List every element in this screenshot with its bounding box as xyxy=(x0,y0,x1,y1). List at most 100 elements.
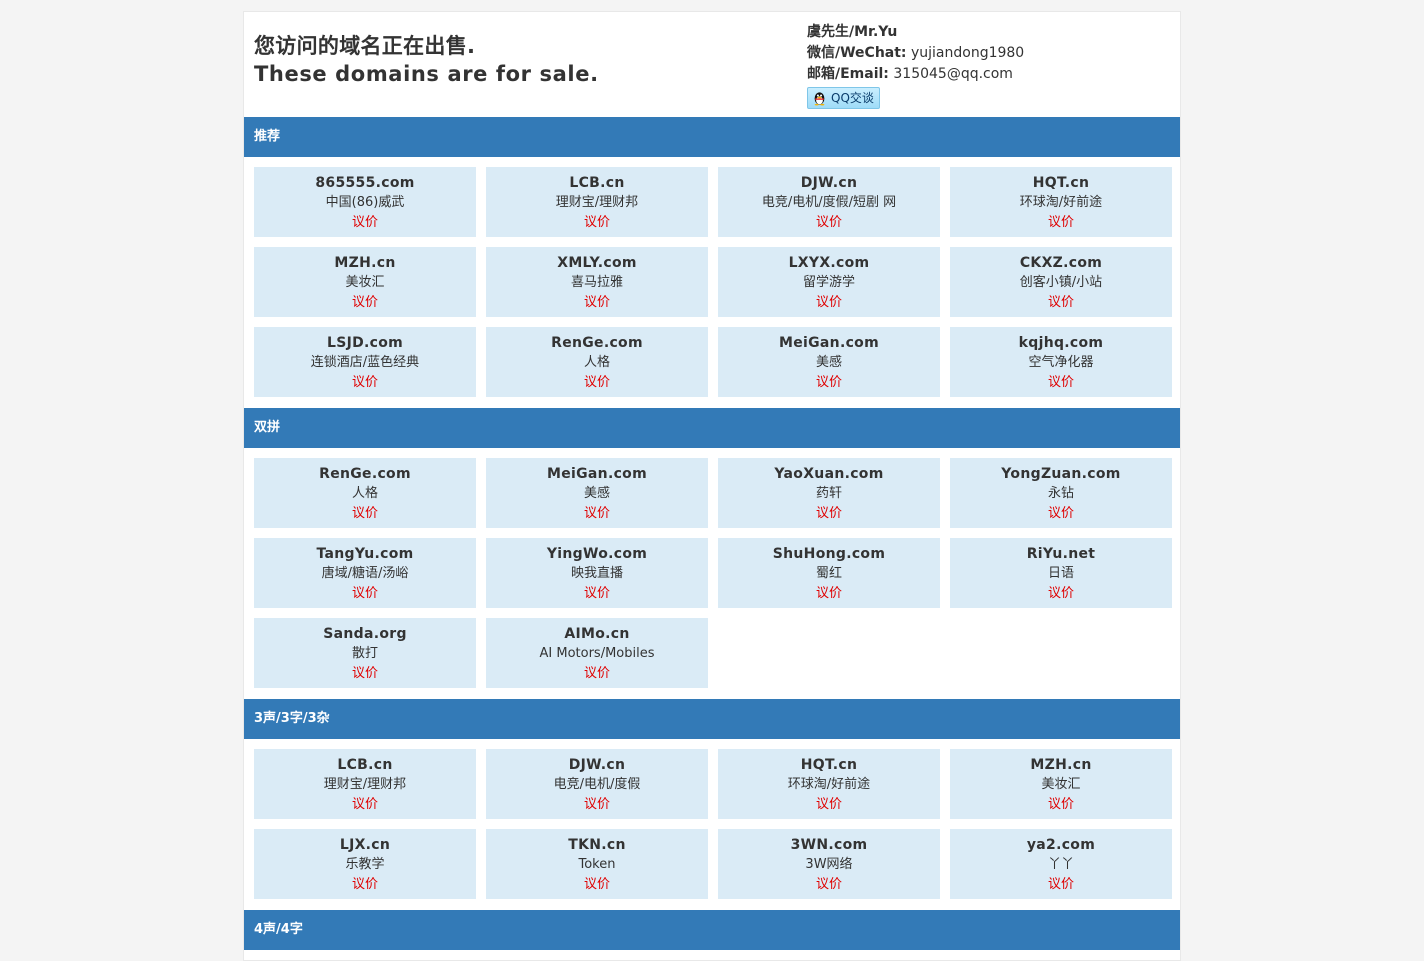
title-block: 您访问的域名正在出售. These domains are for sale. xyxy=(254,32,599,88)
domain-card[interactable]: ShuHong.com 蜀红 议价 xyxy=(718,538,940,608)
domain-price: 议价 xyxy=(583,666,610,681)
wechat-row: 微信/WeChat: yujiandong1980 xyxy=(807,43,1024,64)
domain-card[interactable]: TangYu.com 唐域/糖语/汤峪 议价 xyxy=(254,538,476,608)
domain-name: MZH.cn xyxy=(1030,757,1092,773)
domain-card[interactable]: 3WN.com 3W网络 议价 xyxy=(718,829,940,899)
qq-chat-label: QQ交谈 xyxy=(831,90,874,105)
wechat-label: 微信/WeChat: xyxy=(807,45,907,61)
domain-description: 丫丫 xyxy=(1047,857,1074,872)
domain-card[interactable]: DJW.cn 电竞/电机/度假/短剧 网议价 xyxy=(718,167,940,237)
domain-price: 议价 xyxy=(351,295,378,310)
domain-card[interactable]: YongZuan.com 永钻 议价 xyxy=(950,458,1172,528)
domain-name: CKXZ.com xyxy=(1019,255,1103,271)
domain-description: 人格 xyxy=(351,486,378,501)
domain-name: YaoXuan.com xyxy=(774,466,884,482)
domain-card[interactable]: DJW.cn 电竞/电机/度假 议价 xyxy=(486,749,708,819)
domain-name: XMLY.com xyxy=(557,255,637,271)
domain-name: MeiGan.com xyxy=(779,335,879,351)
domain-name: RiYu.net xyxy=(1026,546,1096,562)
domain-description: AI Motors/Mobiles xyxy=(539,646,655,661)
domain-name: TKN.cn xyxy=(568,837,626,853)
domain-name: AIMo.cn xyxy=(564,626,630,642)
domain-card[interactable]: Sanda.org 散打 议价 xyxy=(254,618,476,688)
domain-card[interactable]: LXYX.com 留学游学 议价 xyxy=(718,247,940,317)
domain-description: 理财宝/理财邦 xyxy=(323,777,407,792)
qq-chat-button[interactable]: QQ交谈 xyxy=(807,87,880,109)
domain-price: 议价 xyxy=(351,797,378,812)
domain-description: 乐教学 xyxy=(345,857,385,872)
sections: 推荐 865555.com 中国(86)威武 议价 LCB.cn 理财宝/理财邦 议价 DJW… xyxy=(244,117,1180,950)
domain-name: DJW.cn xyxy=(800,175,858,191)
email-label: 邮箱/Email: xyxy=(807,66,889,82)
domain-price: 议价 xyxy=(583,797,610,812)
domain-card[interactable]: kqjhq.com 空气净化器 议价 xyxy=(950,327,1172,397)
domain-price: 议价 xyxy=(583,295,610,310)
domain-name: 865555.com xyxy=(315,175,415,191)
domain-card[interactable]: MZH.cn 美妆汇 议价 xyxy=(254,247,476,317)
domain-description: 药轩 xyxy=(815,486,842,501)
domain-description: 电竞/电机/度假 xyxy=(553,777,641,792)
domain-price: 议价 xyxy=(351,506,378,521)
domain-card[interactable]: AIMo.cn AI Motors/Mobiles 议价 xyxy=(486,618,708,688)
domain-name: RenGe.com xyxy=(551,335,643,351)
domain-card[interactable]: LSJD.com 连锁酒店/蓝色经典 议价 xyxy=(254,327,476,397)
domain-card[interactable]: HQT.cn 环球淘/好前途 议价 xyxy=(950,167,1172,237)
domain-price: 议价 xyxy=(1047,375,1074,390)
section-header: 3声/3字/3杂 xyxy=(244,699,1180,739)
contact-info: 虞先生/Mr.Yu 微信/WeChat: yujiandong1980 邮箱/E… xyxy=(807,22,1024,113)
domain-price: 议价 xyxy=(351,877,378,892)
domain-name: LSJD.com xyxy=(326,335,404,351)
domain-price: 议价 xyxy=(583,215,610,230)
domain-card[interactable]: YingWo.com 映我直播 议价 xyxy=(486,538,708,608)
domain-price: 议价 xyxy=(583,877,610,892)
domain-card[interactable]: MZH.cn 美妆汇 议价 xyxy=(950,749,1172,819)
contact-name: 虞先生/Mr.Yu xyxy=(807,24,898,40)
domain-card[interactable]: RenGe.com 人格 议价 xyxy=(254,458,476,528)
domain-description: 映我直播 xyxy=(570,566,623,581)
domain-card[interactable]: MeiGan.com 美感 议价 xyxy=(486,458,708,528)
domain-price: 议价 xyxy=(815,877,842,892)
domain-card[interactable]: MeiGan.com 美感议价 xyxy=(718,327,940,397)
domain-card[interactable]: RiYu.net 日语 议价 xyxy=(950,538,1172,608)
domain-name: MeiGan.com xyxy=(547,466,647,482)
domain-name: LCB.cn xyxy=(337,757,393,773)
domain-name: LJX.cn xyxy=(339,837,391,853)
domain-card[interactable]: LCB.cn 理财宝/理财邦 议价 xyxy=(486,167,708,237)
domain-name: HQT.cn xyxy=(1032,175,1090,191)
domain-price: 议价 xyxy=(815,215,842,230)
section-header: 4声/4字 xyxy=(244,910,1180,950)
domain-grid: 865555.com 中国(86)威武 议价 LCB.cn 理财宝/理财邦 议价 DJW.c… xyxy=(244,157,1180,408)
domain-card[interactable]: RenGe.com 人格 议价 xyxy=(486,327,708,397)
domain-name: DJW.cn xyxy=(568,757,626,773)
domain-price: 议价 xyxy=(815,375,842,390)
domain-card[interactable]: CKXZ.com 创客小镇/小站 议价 xyxy=(950,247,1172,317)
domain-price: 议价 xyxy=(815,586,842,601)
wechat-value: yujiandong1980 xyxy=(910,45,1025,61)
domain-price: 议价 xyxy=(351,215,378,230)
domain-name: Sanda.org xyxy=(323,626,407,642)
domain-description: 美妆汇 xyxy=(345,275,385,290)
domain-price: 议价 xyxy=(583,375,610,390)
domain-description: 连锁酒店/蓝色经典 xyxy=(310,355,420,370)
domain-description: 电竞/电机/度假/短剧 网 xyxy=(761,195,897,210)
domain-description: 中国(86)威武 xyxy=(325,195,405,210)
domain-price: 议价 xyxy=(815,295,842,310)
domain-name: TangYu.com xyxy=(316,546,414,562)
domain-price: 议价 xyxy=(1047,215,1074,230)
domain-card[interactable]: ya2.com 丫丫 议价 xyxy=(950,829,1172,899)
domain-price: 议价 xyxy=(815,506,842,521)
domain-name: kqjhq.com xyxy=(1018,335,1104,351)
domain-card[interactable]: LJX.cn 乐教学议价 xyxy=(254,829,476,899)
domain-card[interactable]: 865555.com 中国(86)威武 议价 xyxy=(254,167,476,237)
domain-description: 日语 xyxy=(1047,566,1074,581)
domain-card[interactable]: YaoXuan.com 药轩议价 xyxy=(718,458,940,528)
domain-description: 美感 xyxy=(815,355,842,370)
domain-name: 3WN.com xyxy=(790,837,868,853)
domain-card[interactable]: TKN.cn Token 议价 xyxy=(486,829,708,899)
domain-card[interactable]: XMLY.com 喜马拉雅 议价 xyxy=(486,247,708,317)
domain-card[interactable]: LCB.cn 理财宝/理财邦 议价 xyxy=(254,749,476,819)
email-value[interactable]: 315045@qq.com xyxy=(893,66,1013,82)
domain-description: 永钻 xyxy=(1047,486,1074,501)
domain-card[interactable]: HQT.cn 环球淘/好前途 议价 xyxy=(718,749,940,819)
domain-description: 蜀红 xyxy=(815,566,842,581)
